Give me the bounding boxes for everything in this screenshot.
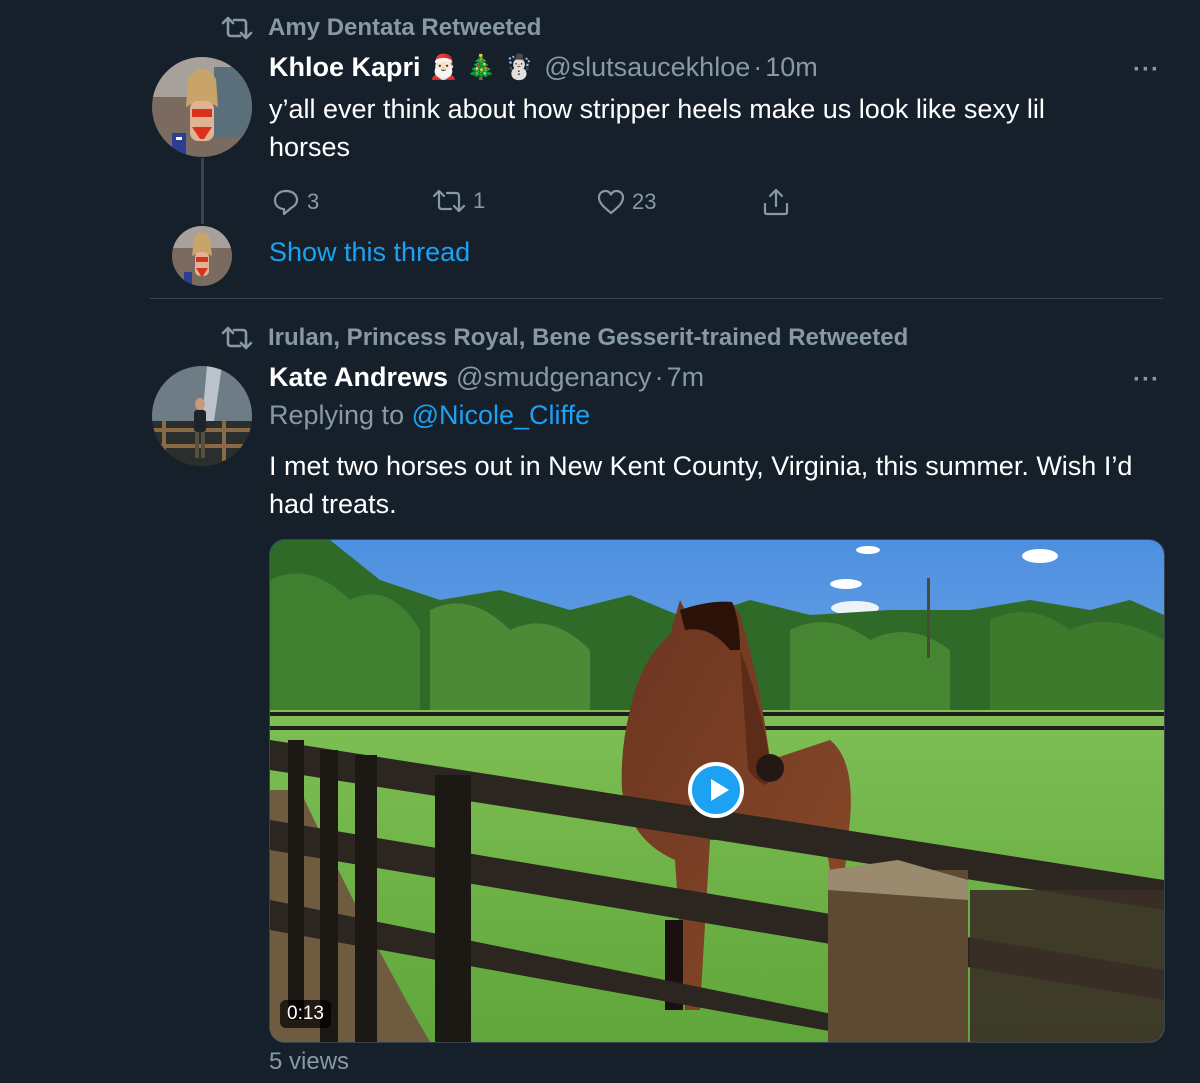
separator-dot: · (654, 362, 664, 392)
play-icon[interactable] (688, 762, 744, 818)
avatar-kate[interactable] (152, 366, 252, 466)
tweet-text: I met two horses out in New Kent County,… (269, 451, 1133, 519)
display-name[interactable]: Kate Andrews (269, 362, 448, 393)
tweet-timestamp[interactable]: 7m (667, 362, 705, 393)
retweet-icon (221, 326, 253, 350)
user-handle[interactable]: @smudgenancy (456, 362, 652, 393)
more-icon[interactable]: ··· (1133, 366, 1160, 394)
tweet-header: Kate Andrews @smudgenancy · 7m (269, 362, 704, 393)
view-count: 5 views (269, 1048, 350, 1075)
replying-to: Replying to @Nicole_Cliffe (269, 400, 590, 431)
replying-to-handle[interactable]: @Nicole_Cliffe (412, 400, 590, 430)
retweet-context: Irulan, Princess Royal, Bene Gesserit-tr… (220, 324, 908, 352)
retweeted-by-label: Irulan, Princess Royal, Bene Gesserit-tr… (268, 324, 909, 351)
video-duration: 0:13 (280, 1000, 331, 1028)
replying-prefix: Replying to (269, 400, 405, 430)
tweet-kate[interactable]: Irulan, Princess Royal, Bene Gesserit-tr… (0, 0, 1200, 1083)
